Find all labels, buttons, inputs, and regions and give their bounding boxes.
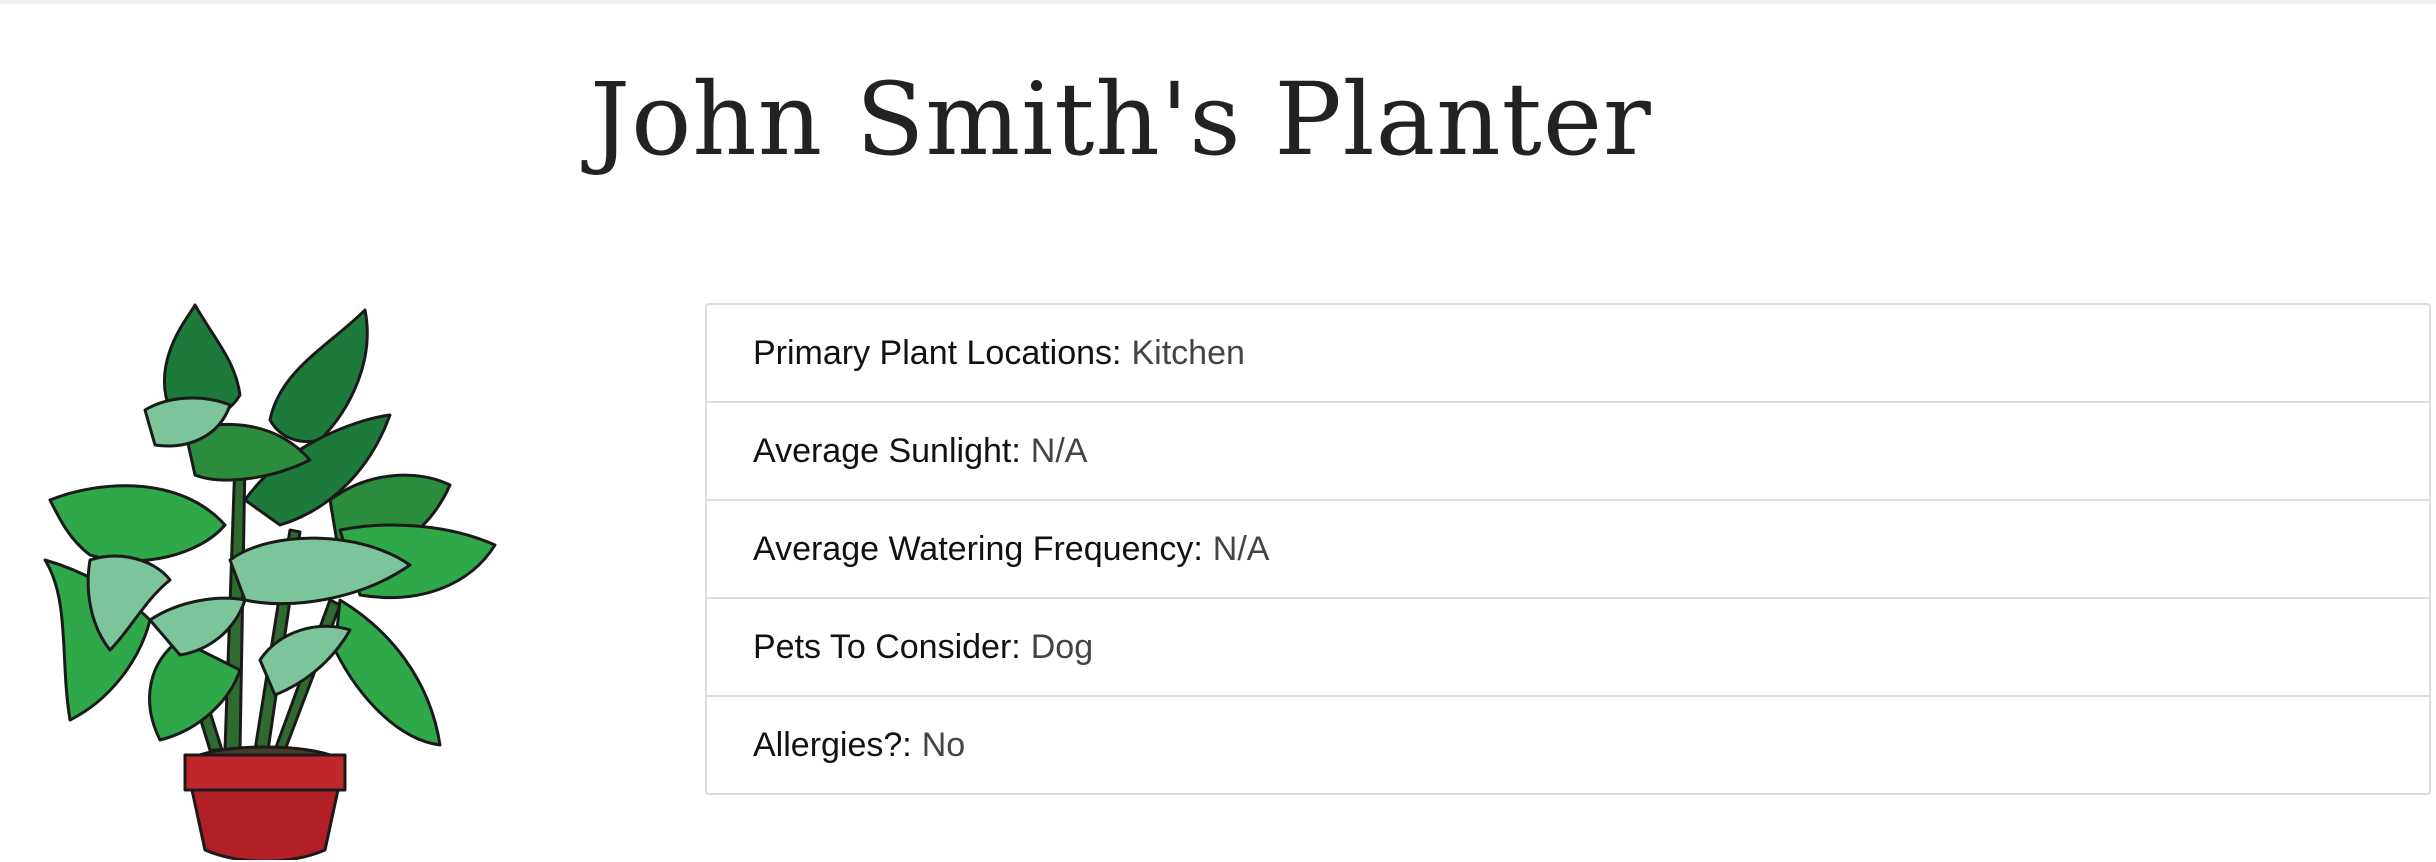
list-item: Allergies?: No [707, 695, 2429, 793]
sunlight-label: Average Sunlight: [753, 431, 1021, 470]
planter-details-list: Primary Plant Locations: Kitchen Average… [705, 303, 2431, 795]
sunlight-value: N/A [1030, 431, 1088, 470]
pets-label: Pets To Consider: [753, 627, 1021, 666]
primary-location-label: Primary Plant Locations: [753, 333, 1122, 372]
primary-location-value: Kitchen [1131, 333, 1245, 372]
list-item: Average Sunlight: N/A [707, 401, 2429, 499]
list-item: Pets To Consider: Dog [707, 597, 2429, 695]
list-item: Average Watering Frequency: N/A [707, 499, 2429, 597]
potted-plant-icon [43, 303, 497, 860]
top-divider [0, 0, 2436, 4]
allergies-value: No [921, 725, 966, 764]
watering-frequency-value: N/A [1212, 529, 1270, 568]
allergies-label: Allergies?: [753, 725, 912, 764]
page-title: John Smith's Planter [590, 61, 1652, 178]
list-item: Primary Plant Locations: Kitchen [707, 305, 2429, 401]
watering-frequency-label: Average Watering Frequency: [753, 529, 1203, 568]
pets-value: Dog [1030, 627, 1094, 666]
